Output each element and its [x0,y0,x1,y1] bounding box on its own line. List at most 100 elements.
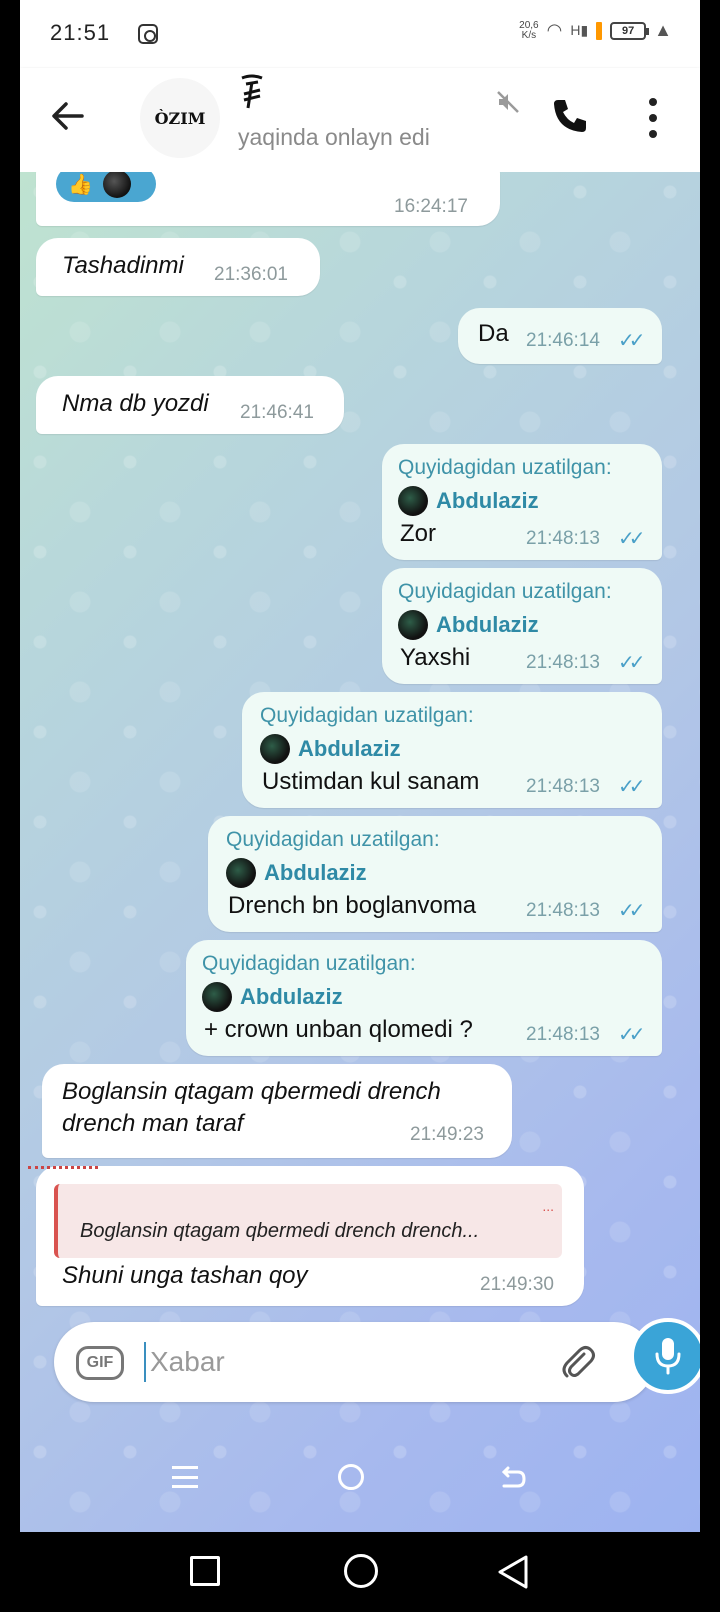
status-time: 21:51 [50,20,111,45]
message-bubble-forwarded[interactable]: Quyidagidan uzatilgan: Abdulaziz Yaxshi … [382,568,662,684]
system-nav-bar [0,1532,720,1612]
double-check-icon: ✓✓ [618,330,645,352]
forward-author[interactable]: Abdulaziz [226,858,367,888]
chat-header: ÒZIM yaqinda onlayn edi [20,68,700,172]
forward-label: Quyidagidan uzatilgan: [398,580,612,603]
network-speed: 20,6 K/s [519,19,539,41]
forward-author-name: Abdulaziz [298,736,401,761]
author-avatar [398,610,428,640]
chat-area[interactable]: 👍 16:24:17 Tashadinmi 21:36:01 Da 21:46:… [20,172,700,1532]
reply-dots: ... [542,1198,554,1214]
forward-label: Quyidagidan uzatilgan: [226,828,440,851]
contact-status: yaqinda onlayn edi [238,124,430,150]
forward-author[interactable]: Abdulaziz [260,734,401,764]
microphone-icon [655,1338,681,1375]
network-speed-value: 20,6 [519,19,539,31]
message-input[interactable] [144,1342,534,1382]
double-check-icon: ✓✓ [618,900,645,922]
author-avatar [226,858,256,888]
reply-decoration [28,1166,98,1186]
message-time: 21:48:13 [526,776,600,797]
message-bubble-forwarded[interactable]: Quyidagidan uzatilgan: Abdulaziz Zor 21:… [382,444,662,560]
double-check-icon: ✓✓ [618,776,645,798]
avatar-text: ÒZIM [154,108,206,128]
forward-label: Quyidagidan uzatilgan: [398,456,612,479]
message-text: Yaxshi [400,644,471,671]
paperclip-icon[interactable] [558,1342,598,1382]
instagram-icon [138,24,158,44]
message-text-line2: drench man taraf [62,1110,244,1137]
mute-icon [496,90,520,120]
author-avatar [398,486,428,516]
message-bubble-forwarded[interactable]: Quyidagidan uzatilgan: Abdulaziz + crown… [186,940,662,1056]
warning-icon [596,21,603,40]
back-gesture-icon[interactable] [498,1464,528,1502]
message-time: 21:48:13 [526,900,600,921]
reaction-avatar [102,172,131,198]
message-time: 21:49:23 [410,1124,484,1145]
reply-quote-text: Boglansin qtagam qbermedi drench drench.… [80,1220,480,1242]
forward-author-name: Abdulaziz [436,612,539,637]
message-time: 21:49:30 [480,1274,554,1295]
double-check-icon: ✓✓ [618,1024,645,1046]
message-text: Drench bn boglanvoma [228,892,477,919]
message-bubble-incoming[interactable]: 👍 16:24:17 [36,172,500,226]
wifi-icon: ◠ [546,20,563,40]
author-avatar [202,982,232,1012]
forward-author-name: Abdulaziz [240,984,343,1009]
message-time: 21:46:41 [240,402,314,423]
double-check-icon: ✓✓ [618,528,645,550]
back-triangle-icon[interactable] [496,1554,530,1595]
message-time: 16:24:17 [394,196,468,217]
forward-author[interactable]: Abdulaziz [398,610,539,640]
status-bar: 21:51 20,6 K/s ◠ H▮ 97 ▲ [20,0,700,68]
message-text: Tashadinmi [62,252,184,279]
contact-avatar[interactable]: ÒZIM [140,78,220,158]
recents-icon[interactable] [190,1556,220,1586]
microphone-button[interactable] [630,1318,700,1394]
author-avatar [260,734,290,764]
message-text-line1: Boglansin qtagam qbermedi drench [62,1078,441,1105]
message-time: 21:48:13 [526,652,600,673]
message-time: 21:48:13 [526,528,600,549]
message-bubble-outgoing[interactable]: Da 21:46:14 ✓✓ [458,308,662,364]
more-options-icon[interactable] [648,98,658,138]
contact-name-icon[interactable] [238,74,266,122]
message-text: Zor [400,520,436,547]
message-bubble-incoming[interactable]: Nma db yozdi 21:46:41 [36,376,344,434]
forward-author[interactable]: Abdulaziz [202,982,343,1012]
message-time: 21:36:01 [214,264,288,285]
message-text: Nma db yozdi [62,390,209,417]
home-circle-icon[interactable] [338,1464,364,1490]
home-icon[interactable] [344,1554,378,1588]
flask-icon: ▲ [654,20,672,40]
reply-quote[interactable]: ... Boglansin qtagam qbermedi drench dre… [28,1166,562,1258]
reactions-bar[interactable]: 👍 [56,172,156,202]
phone-icon[interactable] [550,96,590,136]
forward-label: Quyidagidan uzatilgan: [260,704,474,727]
message-bubble-reply[interactable]: ... Boglansin qtagam qbermedi drench dre… [28,1166,584,1306]
gif-button[interactable]: GIF [76,1346,124,1380]
message-text: Da [478,320,509,347]
message-text: Shuni unga tashan qoy [62,1262,308,1289]
double-check-icon: ✓✓ [618,652,645,674]
message-composer: GIF [54,1322,654,1402]
thumbs-up-icon: 👍 [68,173,93,196]
message-time: 21:48:13 [526,1024,600,1045]
forward-author[interactable]: Abdulaziz [398,486,539,516]
message-bubble-forwarded[interactable]: Quyidagidan uzatilgan: Abdulaziz Drench … [208,816,662,932]
battery-icon: 97 [610,21,650,40]
gesture-nav-bar [20,1436,700,1532]
signal-icon: H▮ [570,22,589,38]
menu-icon[interactable] [172,1466,198,1488]
message-bubble-incoming[interactable]: Tashadinmi 21:36:01 [36,238,320,296]
forward-author-name: Abdulaziz [436,488,539,513]
network-speed-unit: K/s [521,29,537,41]
message-text: + crown unban qlomedi ? [204,1016,473,1043]
forward-label: Quyidagidan uzatilgan: [202,952,416,975]
status-icons: 20,6 K/s ◠ H▮ 97 ▲ [519,20,672,41]
message-bubble-incoming[interactable]: Boglansin qtagam qbermedi drench drench … [42,1064,512,1158]
message-bubble-forwarded[interactable]: Quyidagidan uzatilgan: Abdulaziz Ustimda… [242,692,662,808]
forward-author-name: Abdulaziz [264,860,367,885]
back-arrow-icon[interactable] [50,98,90,138]
